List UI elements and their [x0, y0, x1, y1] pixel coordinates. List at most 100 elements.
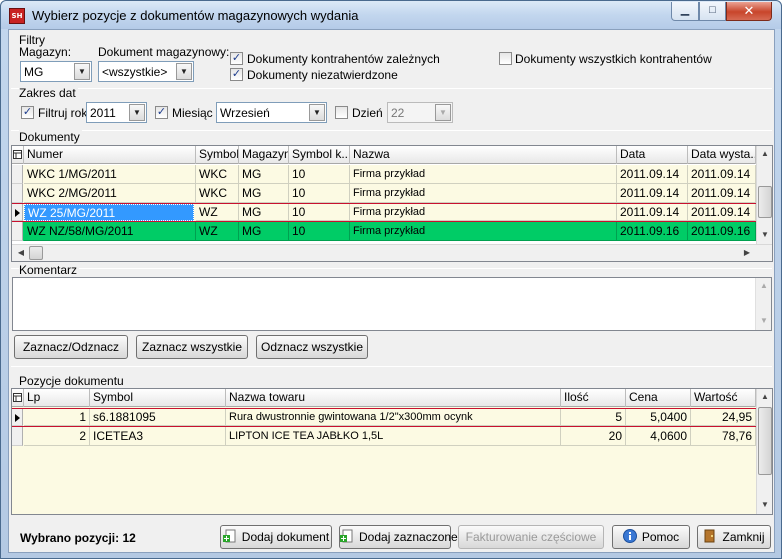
col-nazwa-towaru[interactable]: Nazwa towaru [226, 389, 561, 407]
niezatwierdzone-checkbox[interactable]: ✓ [230, 68, 243, 81]
wszyscy-label[interactable]: Dokumenty wszystkich kontrahentów [515, 52, 712, 66]
hscroll-thumb[interactable] [29, 246, 43, 260]
cell-magazyn: MG [239, 165, 289, 184]
minimize-button[interactable]: ▁ [671, 2, 699, 21]
table-row[interactable]: WKC 2/MG/2011 WKC MG 10 Firma przykład 2… [12, 184, 756, 203]
cell-nazwa: Firma przykład [350, 165, 617, 184]
current-row-arrow-icon [15, 209, 20, 217]
wszyscy-checkbox[interactable] [499, 52, 512, 65]
magazyn-label: Magazyn: [19, 45, 72, 59]
scroll-right-icon[interactable]: ▶ [740, 246, 754, 260]
zaznacz-odznacz-button[interactable]: Zaznacz/Odznacz [14, 335, 128, 359]
scroll-up-icon[interactable]: ▲ [757, 389, 772, 405]
zalezni-checkbox[interactable]: ✓ [230, 52, 243, 65]
magazyn-select[interactable]: MG ▼ [20, 61, 92, 82]
col-cena[interactable]: Cena [626, 389, 691, 407]
dodaj-dokument-button[interactable]: Dodaj dokument [220, 525, 332, 549]
scroll-left-icon[interactable]: ◀ [14, 246, 28, 260]
positions-vscroll[interactable]: ▲ ▼ [756, 389, 772, 514]
cell-cena: 5,0400 [626, 409, 691, 426]
comment-vscroll[interactable]: ▲ ▼ [755, 278, 771, 330]
miesiac-label[interactable]: Miesiąc [172, 106, 213, 120]
comment-textarea[interactable]: ▲ ▼ [12, 277, 772, 331]
dokument-select[interactable]: <wszystkie> ▼ [98, 61, 194, 82]
cell-numer-selected[interactable]: WZ 25/MG/2011 [24, 204, 194, 221]
scroll-thumb[interactable] [758, 407, 772, 475]
miesiac-select[interactable]: Wrzesień ▼ [216, 102, 327, 123]
zaznacz-wszystkie-button[interactable]: Zaznacz wszystkie [136, 335, 248, 359]
documents-grid[interactable]: Numer Symbol Magazyn Symbol k... Nazwa D… [11, 145, 773, 262]
col-ilosc[interactable]: Ilość [561, 389, 626, 407]
scroll-down-icon[interactable]: ▼ [756, 313, 772, 329]
zamknij-button[interactable]: Zamknij [697, 525, 771, 549]
cell-numer: WZ NZ/58/MG/2011 [24, 222, 196, 241]
col-symbol[interactable]: Symbol [90, 389, 226, 407]
documents-header: Numer Symbol Magazyn Symbol k... Nazwa D… [12, 146, 756, 164]
scroll-down-icon[interactable]: ▼ [757, 497, 772, 513]
filtruj-rok-label[interactable]: Filtruj rok [38, 106, 87, 120]
scroll-up-icon[interactable]: ▲ [756, 278, 772, 294]
col-magazyn[interactable]: Magazyn [239, 146, 289, 164]
col-symbol[interactable]: Symbol [196, 146, 239, 164]
dodaj-zaznaczone-button[interactable]: Dodaj zaznaczone [339, 525, 458, 549]
cell-data-wystawienia: 2011.09.16 [688, 222, 756, 241]
dialog-window: SH Wybierz pozycje z dokumentów magazyno… [0, 0, 782, 559]
col-wartosc[interactable]: Wartość [691, 389, 756, 407]
table-row[interactable]: 2 ICETEA3 LIPTON ICE TEA JABŁKO 1,5L 20 … [12, 427, 756, 446]
dzien-select[interactable]: 22 ▼ [387, 102, 453, 123]
rok-select[interactable]: 2011 ▼ [86, 102, 147, 123]
scroll-up-icon[interactable]: ▲ [757, 146, 772, 162]
current-row-arrow-icon [15, 414, 20, 422]
scroll-thumb[interactable] [758, 186, 772, 218]
documents-vscroll[interactable]: ▲ ▼ [756, 146, 772, 244]
column-chooser-icon[interactable] [12, 389, 24, 407]
rok-value: 2011 [90, 106, 116, 120]
col-data[interactable]: Data [617, 146, 688, 164]
cell-cena: 4,0600 [626, 427, 691, 446]
cell-nazwa: Firma przykład [350, 222, 617, 241]
dzien-label[interactable]: Dzień [352, 106, 383, 120]
divider [11, 268, 772, 269]
cell-symbol-k: 10 [289, 204, 350, 221]
niezatwierdzone-label[interactable]: Dokumenty niezatwierdzone [247, 68, 398, 82]
cell-symbol: WKC [196, 165, 239, 184]
documents-hscroll[interactable]: ◀ ▶ [12, 244, 772, 261]
pomoc-button[interactable]: Pomoc [612, 525, 690, 549]
title-bar[interactable]: SH Wybierz pozycje z dokumentów magazyno… [1, 1, 781, 29]
col-numer[interactable]: Numer [24, 146, 196, 164]
dokument-value: <wszystkie> [102, 65, 168, 79]
cell-data: 2011.09.14 [617, 165, 688, 184]
scroll-down-icon[interactable]: ▼ [757, 227, 772, 243]
dropdown-arrow-icon[interactable]: ▼ [435, 104, 451, 121]
magazyn-value: MG [24, 65, 44, 79]
table-row-current[interactable]: 1 s6.1881095 Rura dwustronnie gwintowana… [12, 408, 756, 427]
dropdown-arrow-icon[interactable]: ▼ [176, 63, 192, 80]
odznacz-wszystkie-button[interactable]: Odznacz wszystkie [256, 335, 368, 359]
dropdown-arrow-icon[interactable]: ▼ [74, 63, 90, 80]
window-title: Wybierz pozycje z dokumentów magazynowyc… [32, 8, 359, 23]
col-nazwa[interactable]: Nazwa [350, 146, 617, 164]
miesiac-checkbox[interactable]: ✓ [155, 106, 168, 119]
table-row[interactable]: WKC 1/MG/2011 WKC MG 10 Firma przykład 2… [12, 165, 756, 184]
dropdown-arrow-icon[interactable]: ▼ [129, 104, 145, 121]
miesiac-value: Wrzesień [220, 106, 270, 120]
col-data-wystawienia[interactable]: Data wysta... [688, 146, 756, 164]
col-symbol-k[interactable]: Symbol k... [289, 146, 350, 164]
column-chooser-icon[interactable] [12, 146, 24, 164]
col-lp[interactable]: Lp [24, 389, 90, 407]
filtruj-rok-checkbox[interactable]: ✓ [21, 106, 34, 119]
cell-symbol-k: 10 [289, 184, 350, 203]
dzien-checkbox[interactable] [335, 106, 348, 119]
maximize-button[interactable]: □ [699, 2, 726, 21]
cell-nazwa-towaru: Rura dwustronnie gwintowana 1/2"x300mm o… [226, 409, 561, 426]
zalezni-label[interactable]: Dokumenty kontrahentów zależnych [247, 52, 440, 66]
dropdown-arrow-icon[interactable]: ▼ [309, 104, 325, 121]
positions-grid[interactable]: Lp Symbol Nazwa towaru Ilość Cena Wartoś… [11, 388, 773, 515]
fakturowanie-czesciowe-button[interactable]: Fakturowanie częściowe [458, 525, 604, 549]
close-button[interactable]: ✕ [726, 2, 772, 21]
table-row[interactable]: WZ NZ/58/MG/2011 WZ MG 10 Firma przykład… [12, 222, 756, 241]
row-indicator [12, 204, 23, 221]
table-row-current[interactable]: WZ 25/MG/2011 WZ MG 10 Firma przykład 20… [12, 203, 756, 222]
cell-lp: 1 [24, 409, 90, 426]
dialog-content: Filtry Magazyn: MG ▼ Dokument magazynowy… [8, 29, 775, 553]
